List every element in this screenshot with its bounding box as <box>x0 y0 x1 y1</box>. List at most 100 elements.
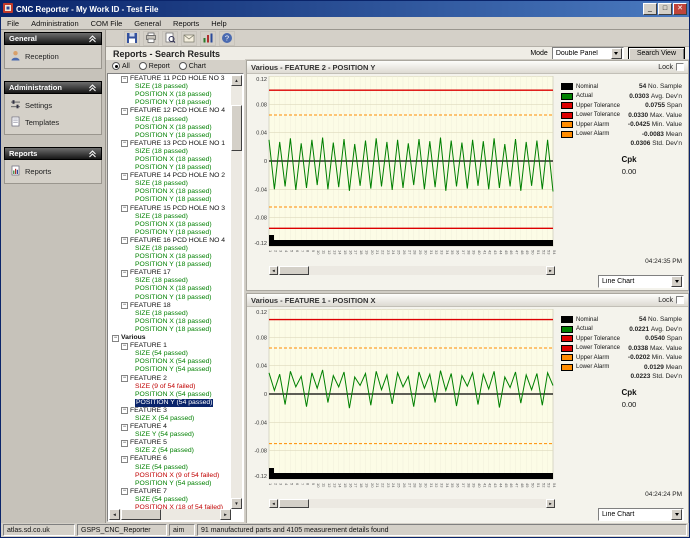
tree-item-position-y-54-passed[interactable]: POSITION Y (54 passed) <box>109 480 231 488</box>
radio-report[interactable]: Report <box>139 62 170 70</box>
tree-item-size-18-passed[interactable]: SIZE (18 passed) <box>109 148 231 156</box>
sidebar-item-reception[interactable]: Reception <box>7 48 99 65</box>
collapse-icon[interactable]: − <box>121 424 128 431</box>
collapse-icon[interactable]: − <box>121 302 128 309</box>
collapse-icon[interactable]: − <box>121 407 128 414</box>
maximize-button[interactable]: □ <box>658 3 672 15</box>
tree-item-feature-4[interactable]: −FEATURE 4 <box>109 423 231 431</box>
sidebar-group-header-reports[interactable]: Reports <box>4 147 102 160</box>
tree-horizontal-scrollbar[interactable]: ◄ ► <box>109 509 231 520</box>
tree-item-feature-2[interactable]: −FEATURE 2 <box>109 374 231 382</box>
collapse-icon[interactable]: − <box>121 488 128 495</box>
collapse-icon[interactable]: − <box>121 375 128 382</box>
export-icon[interactable] <box>181 31 197 46</box>
tree-item-position-x-18-passed[interactable]: POSITION X (18 passed) <box>109 221 231 229</box>
tree-item-position-x-54-passed[interactable]: POSITION X (54 passed) <box>109 391 231 399</box>
tree-item-feature-3[interactable]: −FEATURE 3 <box>109 407 231 415</box>
tree-item-position-y-18-passed[interactable]: POSITION Y (18 passed) <box>109 229 231 237</box>
collapse-icon[interactable]: − <box>121 173 128 180</box>
minimize-button[interactable]: _ <box>643 3 657 15</box>
tree-item-size-18-passed[interactable]: SIZE (18 passed) <box>109 83 231 91</box>
tree-item-feature-5[interactable]: −FEATURE 5 <box>109 439 231 447</box>
tree-item-position-x-18-passed[interactable]: POSITION X (18 passed) <box>109 253 231 261</box>
sidebar-item-settings[interactable]: Settings <box>7 97 99 114</box>
tree-item-position-x-9-of-54-failed[interactable]: POSITION X (9 of 54 failed) <box>109 472 231 480</box>
scroll-left-icon[interactable]: ◄ <box>269 499 278 508</box>
tree-item-size-54-passed[interactable]: SIZE (54 passed) <box>109 496 231 504</box>
tree-item-position-y-18-passed[interactable]: POSITION Y (18 passed) <box>109 326 231 334</box>
radio-all[interactable]: All <box>112 62 130 70</box>
scroll-right-icon[interactable]: ► <box>546 499 555 508</box>
sidebar-group-header-general[interactable]: General <box>4 32 102 45</box>
collapse-icon[interactable]: − <box>121 456 128 463</box>
tree-item-size-y-54-passed[interactable]: SIZE Y (54 passed) <box>109 431 231 439</box>
tree-item-size-54-passed[interactable]: SIZE (54 passed) <box>109 464 231 472</box>
tree-item-position-y-18-passed[interactable]: POSITION Y (18 passed) <box>109 132 231 140</box>
collapse-icon[interactable]: − <box>121 343 128 350</box>
sidebar-item-reports[interactable]: Reports <box>7 163 99 180</box>
help-icon[interactable]: ? <box>219 31 235 46</box>
collapse-icon[interactable]: − <box>121 237 128 244</box>
titlebar[interactable]: CNC Reporter - My Work ID - Test File _ … <box>1 1 689 17</box>
tree-item-position-y-18-passed[interactable]: POSITION Y (18 passed) <box>109 99 231 107</box>
scrollbar-thumb[interactable] <box>121 509 161 520</box>
tree-item-size-18-passed[interactable]: SIZE (18 passed) <box>109 115 231 123</box>
collapse-icon[interactable]: − <box>121 440 128 447</box>
tree-item-feature-13-pcd-hole-no-1[interactable]: −FEATURE 13 PCD HOLE NO 1 <box>109 140 231 148</box>
scroll-left-icon[interactable]: ◄ <box>269 266 278 275</box>
collapse-icon[interactable]: − <box>121 270 128 277</box>
tree-item-size-18-passed[interactable]: SIZE (18 passed) <box>109 277 231 285</box>
print-preview-icon[interactable] <box>162 31 178 46</box>
scroll-up-icon[interactable]: ▲ <box>231 75 242 86</box>
tree-item-feature-1[interactable]: −FEATURE 1 <box>109 342 231 350</box>
chart-horizontal-scrollbar[interactable]: ◄ ► <box>269 266 555 275</box>
scrollbar-thumb[interactable] <box>231 105 242 151</box>
scroll-left-icon[interactable]: ◄ <box>109 509 120 520</box>
tree-item-size-z-54-passed[interactable]: SIZE Z (54 passed) <box>109 447 231 455</box>
tree-item-position-x-18-passed[interactable]: POSITION X (18 passed) <box>109 188 231 196</box>
tree-item-size-54-passed[interactable]: SIZE (54 passed) <box>109 350 231 358</box>
sidebar-group-header-administration[interactable]: Administration <box>4 81 102 94</box>
collapse-icon[interactable]: − <box>112 335 119 342</box>
scrollbar-thumb[interactable] <box>279 266 309 275</box>
tree-item-position-y-18-passed[interactable]: POSITION Y (18 passed) <box>109 294 231 302</box>
tree-item-feature-15-pcd-hole-no-3[interactable]: −FEATURE 15 PCD HOLE NO 3 <box>109 205 231 213</box>
collapse-icon[interactable]: − <box>121 108 128 115</box>
lock-checkbox[interactable] <box>676 296 684 304</box>
tree-item-position-y-54-passed[interactable]: POSITION Y (54 passed) <box>109 399 231 407</box>
tree-vertical-scrollbar[interactable]: ▲ ▼ <box>231 75 242 509</box>
scrollbar-thumb[interactable] <box>279 499 309 508</box>
chart-type-dropdown-arrow-icon[interactable] <box>671 276 682 287</box>
tree-item-position-y-18-passed[interactable]: POSITION Y (18 passed) <box>109 196 231 204</box>
tree-item-position-x-18-passed[interactable]: POSITION X (18 passed) <box>109 156 231 164</box>
collapse-icon[interactable]: − <box>121 205 128 212</box>
mode-dropdown-arrow-icon[interactable] <box>611 48 622 59</box>
tree-item-position-y-18-passed[interactable]: POSITION Y (18 passed) <box>109 261 231 269</box>
menu-administration[interactable]: Administration <box>25 18 85 29</box>
collapse-icon[interactable]: − <box>121 76 128 83</box>
print-icon[interactable] <box>143 31 159 46</box>
scroll-down-icon[interactable]: ▼ <box>231 498 242 509</box>
radio-chart[interactable]: Chart <box>179 62 206 70</box>
chart-type-select[interactable]: Line Chart <box>598 275 684 288</box>
tree-item-feature-7[interactable]: −FEATURE 7 <box>109 488 231 496</box>
tree-item-feature-16-pcd-hole-no-4[interactable]: −FEATURE 16 PCD HOLE NO 4 <box>109 237 231 245</box>
radio-button-icon[interactable] <box>112 62 120 70</box>
menu-com-file[interactable]: COM File <box>85 18 129 29</box>
radio-button-icon[interactable] <box>139 62 147 70</box>
tree-item-feature-12-pcd-hole-no-4[interactable]: −FEATURE 12 PCD HOLE NO 4 <box>109 107 231 115</box>
tree-item-size-x-54-passed[interactable]: SIZE X (54 passed) <box>109 415 231 423</box>
tree-item-feature-6[interactable]: −FEATURE 6 <box>109 455 231 463</box>
menu-reports[interactable]: Reports <box>167 18 205 29</box>
menu-file[interactable]: File <box>1 18 25 29</box>
tree-item-position-x-54-passed[interactable]: POSITION X (54 passed) <box>109 358 231 366</box>
lock-checkbox[interactable] <box>676 63 684 71</box>
collapse-icon[interactable]: − <box>121 140 128 147</box>
tree-item-position-x-18-passed[interactable]: POSITION X (18 passed) <box>109 285 231 293</box>
tree-item-feature-17[interactable]: −FEATURE 17 <box>109 269 231 277</box>
tree-item-various[interactable]: −Various <box>109 334 231 342</box>
tree-item-size-18-passed[interactable]: SIZE (18 passed) <box>109 245 231 253</box>
tree-item-size-18-passed[interactable]: SIZE (18 passed) <box>109 180 231 188</box>
tree-item-feature-11-pcd-hole-no-3[interactable]: −FEATURE 11 PCD HOLE NO 3 <box>109 75 231 83</box>
menu-help[interactable]: Help <box>205 18 232 29</box>
